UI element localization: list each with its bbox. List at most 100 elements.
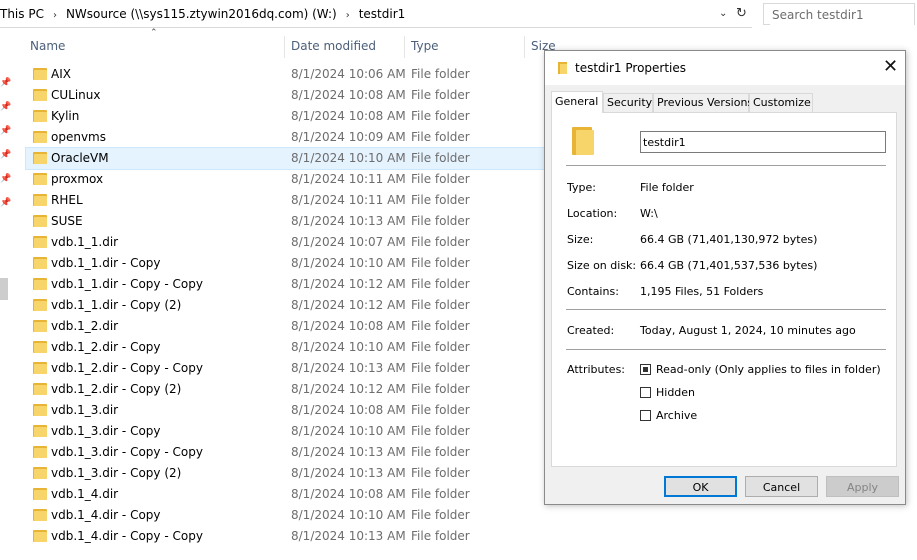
column-divider[interactable] <box>524 36 525 58</box>
file-name[interactable]: Kylin <box>51 109 79 123</box>
file-row[interactable]: vdb.1_2.dir - Copy 8/1/2024 10:10 AM File … <box>26 337 546 358</box>
tab-security[interactable]: Security <box>603 93 653 112</box>
file-row[interactable]: vdb.1_3.dir - Copy - Copy 8/1/2024 10:13 … <box>26 442 546 463</box>
file-row[interactable]: vdb.1_3.dir 8/1/2024 10:08 AM File folder <box>26 400 546 421</box>
file-row[interactable]: vdb.1_4.dir - Copy - Copy 8/1/2024 10:13 … <box>26 526 546 547</box>
file-name[interactable]: OracleVM <box>51 151 109 165</box>
file-row[interactable]: CULinux 8/1/2024 10:08 AM File folder <box>26 85 546 106</box>
file-row[interactable]: vdb.1_2.dir - Copy - Copy 8/1/2024 10:13 … <box>26 358 546 379</box>
crumb-drive[interactable]: NWsource (\\sys115.ztywin2016dq.com) (W:… <box>66 7 337 21</box>
archive-label[interactable]: Archive <box>656 409 697 422</box>
file-row[interactable]: vdb.1_1.dir - Copy - Copy 8/1/2024 10:12 … <box>26 274 546 295</box>
crumb-separator-icon: › <box>52 10 57 21</box>
file-type: File folder <box>411 277 470 291</box>
cancel-button[interactable]: Cancel <box>745 476 818 497</box>
file-row[interactable]: openvms 8/1/2024 10:09 AM File folder <box>26 127 546 148</box>
file-date-modified: 8/1/2024 10:08 AM <box>291 319 406 333</box>
file-name[interactable]: vdb.1_1.dir <box>51 235 118 249</box>
file-row[interactable]: proxmox 8/1/2024 10:11 AM File folder <box>26 169 546 190</box>
pin-icon[interactable]: 📌 <box>0 150 11 160</box>
column-divider[interactable] <box>404 36 405 58</box>
tab-previous-versions[interactable]: Previous Versions <box>653 93 753 112</box>
pin-icon[interactable]: 📌 <box>0 78 11 88</box>
file-type: File folder <box>411 340 470 354</box>
pin-icon[interactable]: 📌 <box>0 102 11 112</box>
file-type: File folder <box>411 130 470 144</box>
crumb-folder[interactable]: testdir1 <box>359 7 406 21</box>
file-name[interactable]: vdb.1_1.dir - Copy - Copy <box>51 277 203 291</box>
pin-icon[interactable]: 📌 <box>0 126 11 136</box>
dialog-title-bar[interactable]: testdir1 Properties ✕ <box>545 51 905 85</box>
folder-name-field[interactable] <box>640 131 886 153</box>
column-divider[interactable] <box>284 36 285 58</box>
file-date-modified: 8/1/2024 10:10 AM <box>291 151 406 165</box>
file-date-modified: 8/1/2024 10:11 AM <box>291 193 406 207</box>
file-name[interactable]: vdb.1_3.dir - Copy <box>51 424 161 438</box>
apply-button[interactable]: Apply <box>826 476 899 497</box>
column-header-type[interactable]: Type <box>411 35 439 59</box>
crumb-this-pc[interactable]: This PC <box>0 7 44 21</box>
file-row[interactable]: RHEL 8/1/2024 10:11 AM File folder <box>26 190 546 211</box>
file-row[interactable]: AIX 8/1/2024 10:06 AM File folder <box>26 64 546 85</box>
file-name[interactable]: vdb.1_4.dir - Copy - Copy <box>51 529 203 543</box>
folder-icon <box>33 425 47 437</box>
file-name[interactable]: vdb.1_3.dir <box>51 403 118 417</box>
tab-customize[interactable]: Customize <box>749 93 813 112</box>
file-row[interactable]: vdb.1_4.dir 8/1/2024 10:08 AM File folder <box>26 484 546 505</box>
file-name[interactable]: vdb.1_3.dir - Copy - Copy <box>51 445 203 459</box>
file-row[interactable]: Kylin 8/1/2024 10:08 AM File folder <box>26 106 546 127</box>
file-type: File folder <box>411 403 470 417</box>
file-name[interactable]: vdb.1_1.dir - Copy <box>51 256 161 270</box>
address-bar[interactable]: This PC › NWsource (\\sys115.ztywin2016dq.… <box>0 3 752 28</box>
column-header-date[interactable]: Date modified <box>291 35 376 59</box>
file-row[interactable]: SUSE 8/1/2024 10:13 AM File folder <box>26 211 546 232</box>
file-row[interactable]: vdb.1_1.dir - Copy 8/1/2024 10:10 AM File … <box>26 253 546 274</box>
file-name[interactable]: vdb.1_1.dir - Copy (2) <box>51 298 181 312</box>
file-date-modified: 8/1/2024 10:07 AM <box>291 235 406 249</box>
folder-icon <box>33 362 47 374</box>
file-name[interactable]: vdb.1_4.dir - Copy <box>51 508 161 522</box>
file-date-modified: 8/1/2024 10:08 AM <box>291 403 406 417</box>
hidden-label[interactable]: Hidden <box>656 386 695 399</box>
readonly-checkbox[interactable] <box>640 364 651 375</box>
search-box[interactable] <box>763 3 915 25</box>
pin-icon[interactable]: 📌 <box>0 174 11 184</box>
file-name[interactable]: proxmox <box>51 172 103 186</box>
file-name[interactable]: AIX <box>51 67 71 81</box>
file-name[interactable]: RHEL <box>51 193 83 207</box>
file-name[interactable]: vdb.1_2.dir - Copy - Copy <box>51 361 203 375</box>
refresh-icon[interactable]: ↻ <box>736 6 747 21</box>
file-row[interactable]: OracleVM 8/1/2024 10:10 AM File folder <box>25 147 547 170</box>
nav-scrollbar-thumb[interactable] <box>0 278 8 300</box>
hidden-checkbox[interactable] <box>640 387 651 398</box>
file-name[interactable]: SUSE <box>51 214 83 228</box>
file-row[interactable]: vdb.1_3.dir - Copy (2) 8/1/2024 10:13 AM F… <box>26 463 546 484</box>
search-input[interactable] <box>770 5 914 25</box>
file-name[interactable]: vdb.1_3.dir - Copy (2) <box>51 466 181 480</box>
file-row[interactable]: vdb.1_4.dir - Copy 8/1/2024 10:10 AM File … <box>26 505 546 526</box>
close-icon[interactable]: ✕ <box>883 56 898 78</box>
file-row[interactable]: vdb.1_1.dir - Copy (2) 8/1/2024 10:12 AM F… <box>26 295 546 316</box>
file-name[interactable]: vdb.1_4.dir <box>51 487 118 501</box>
file-name[interactable]: openvms <box>51 130 106 144</box>
archive-checkbox[interactable] <box>640 410 651 421</box>
file-type: File folder <box>411 424 470 438</box>
file-name[interactable]: vdb.1_2.dir <box>51 319 118 333</box>
readonly-label[interactable]: Read-only (Only applies to files in fold… <box>656 363 881 376</box>
created-value: Today, August 1, 2024, 10 minutes ago <box>640 324 856 337</box>
address-dropdown-icon[interactable]: ⌄ <box>719 8 727 19</box>
file-type: File folder <box>411 466 470 480</box>
file-row[interactable]: vdb.1_3.dir - Copy 8/1/2024 10:10 AM File … <box>26 421 546 442</box>
ok-button[interactable]: OK <box>664 476 737 497</box>
pin-icon[interactable]: 📌 <box>0 198 11 208</box>
created-label: Created: <box>567 324 615 337</box>
file-name[interactable]: CULinux <box>51 88 101 102</box>
file-type: File folder <box>411 109 470 123</box>
file-name[interactable]: vdb.1_2.dir - Copy (2) <box>51 382 181 396</box>
tab-general[interactable]: General <box>551 91 603 113</box>
file-name[interactable]: vdb.1_2.dir - Copy <box>51 340 161 354</box>
file-row[interactable]: vdb.1_1.dir 8/1/2024 10:07 AM File folder <box>26 232 546 253</box>
file-row[interactable]: vdb.1_2.dir - Copy (2) 8/1/2024 10:12 AM F… <box>26 379 546 400</box>
file-row[interactable]: vdb.1_2.dir 8/1/2024 10:08 AM File folder <box>26 316 546 337</box>
column-header-name[interactable]: Name <box>30 35 65 59</box>
